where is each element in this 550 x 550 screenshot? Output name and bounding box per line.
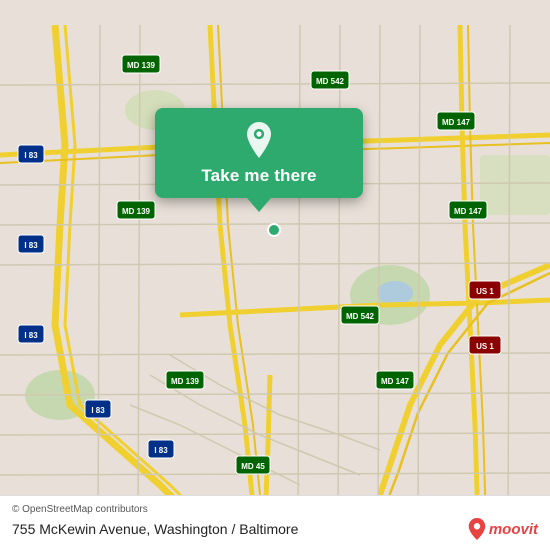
location-pin-icon [241, 122, 277, 158]
svg-text:MD 139: MD 139 [171, 377, 200, 386]
map-attribution: © OpenStreetMap contributors [12, 504, 538, 515]
svg-text:US 1: US 1 [476, 287, 494, 296]
svg-text:I 83: I 83 [24, 331, 38, 340]
map-container: I 83 I 83 I 83 I 83 I 83 MD 139 MD 139 M… [0, 0, 550, 550]
svg-text:MD 542: MD 542 [346, 312, 375, 321]
svg-text:I 83: I 83 [91, 406, 105, 415]
bottom-bar: © OpenStreetMap contributors 755 McKewin… [0, 495, 550, 550]
moovit-brand-text: moovit [489, 521, 538, 538]
svg-text:MD 542: MD 542 [316, 77, 345, 86]
svg-text:I 83: I 83 [24, 241, 38, 250]
svg-text:I 83: I 83 [154, 446, 168, 455]
address-line: 755 McKewin Avenue, Washington / Baltimo… [12, 518, 538, 540]
map-roads: I 83 I 83 I 83 I 83 I 83 MD 139 MD 139 M… [0, 0, 550, 550]
take-me-there-button[interactable]: Take me there [201, 166, 316, 186]
svg-text:MD 139: MD 139 [127, 61, 156, 70]
moovit-pin-icon [468, 518, 486, 540]
map-popup: Take me there [155, 108, 363, 198]
address-text: 755 McKewin Avenue, Washington / Baltimo… [12, 521, 298, 537]
svg-text:MD 139: MD 139 [122, 207, 151, 216]
svg-text:MD 147: MD 147 [442, 118, 471, 127]
svg-text:I 83: I 83 [24, 151, 38, 160]
moovit-logo: moovit [468, 518, 538, 540]
svg-text:MD 45: MD 45 [241, 462, 265, 471]
svg-text:MD 147: MD 147 [454, 207, 483, 216]
svg-text:MD 147: MD 147 [381, 377, 410, 386]
svg-text:US 1: US 1 [476, 342, 494, 351]
